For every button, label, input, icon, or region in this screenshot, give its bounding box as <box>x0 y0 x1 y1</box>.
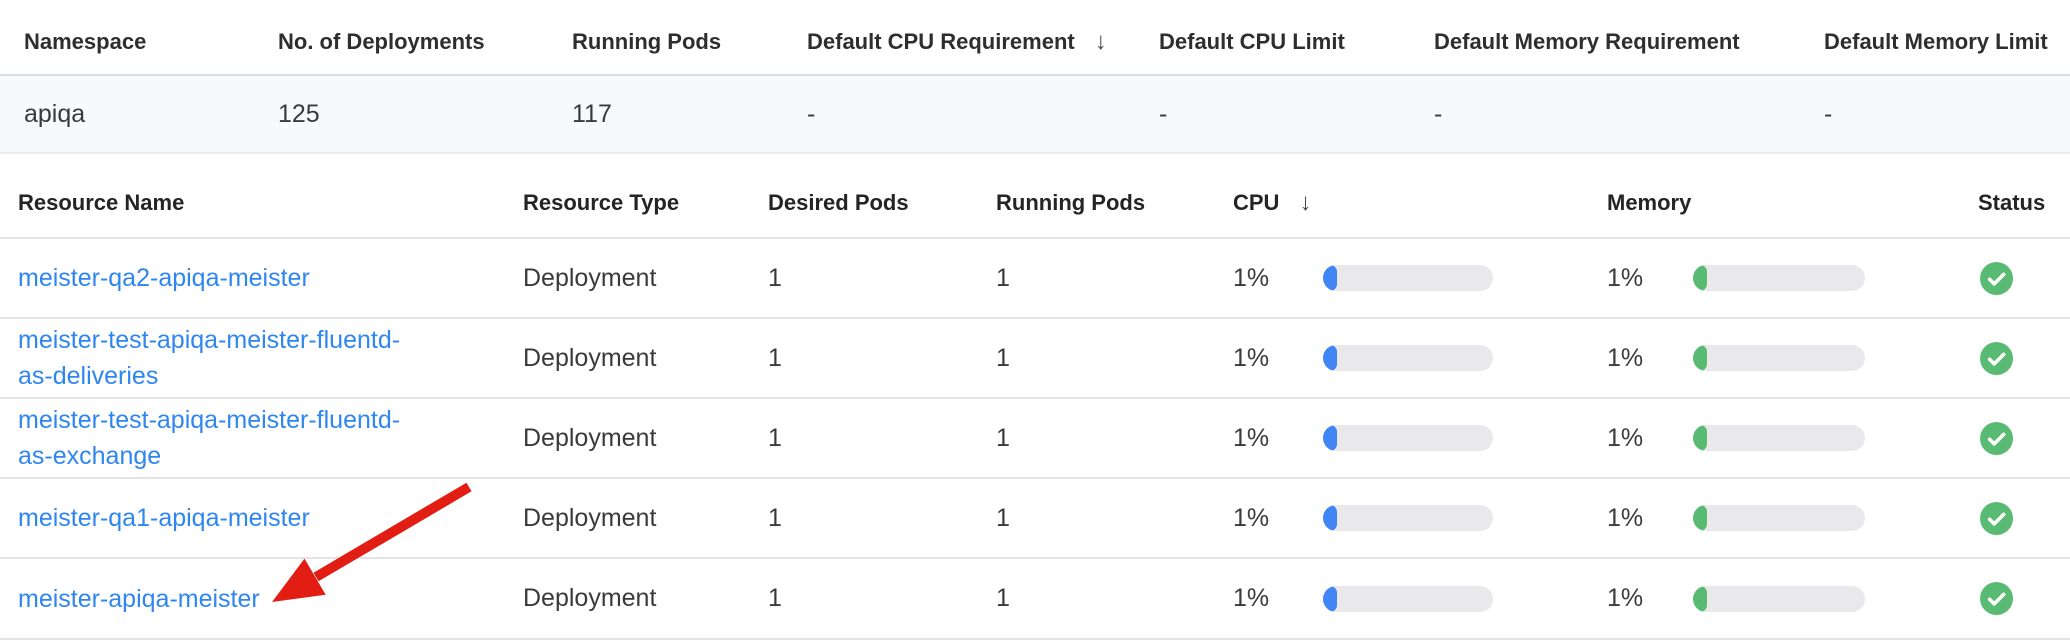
namespace-table: Namespace No. of Deployments Running Pod… <box>0 0 2070 154</box>
memory-usage-bar <box>1693 425 1865 451</box>
deployments-count: 125 <box>278 100 572 129</box>
resource-type: Deployment <box>523 424 768 453</box>
namespace-row: apiqa 125 117 - - - - <box>0 76 2070 154</box>
running-pods-value: 1 <box>996 424 1233 453</box>
cpu-usage-bar <box>1323 425 1493 451</box>
col-header-memory[interactable]: Memory <box>1607 176 1978 216</box>
namespace-table-header: Namespace No. of Deployments Running Pod… <box>0 0 2070 76</box>
col-header-desired-pods[interactable]: Desired Pods <box>768 176 996 216</box>
memory-usage: 1% <box>1607 344 1978 373</box>
cpu-usage-bar <box>1323 505 1493 531</box>
namespace-name: apiqa <box>24 100 278 129</box>
resource-type: Deployment <box>523 344 768 373</box>
cpu-usage-bar <box>1323 586 1493 612</box>
memory-usage-bar <box>1693 345 1865 371</box>
resource-type: Deployment <box>523 264 768 293</box>
desired-pods-value: 1 <box>768 424 996 453</box>
sort-descending-icon: ↓ <box>1299 191 1311 215</box>
resource-name-link[interactable]: meister-test-apiqa-meister-fluentd- as-d… <box>18 326 400 390</box>
resource-name-link[interactable]: meister-qa2-apiqa-meister <box>18 264 340 292</box>
resource-name-link[interactable]: meister-apiqa-meister <box>18 585 290 613</box>
desired-pods-value: 1 <box>768 504 996 533</box>
cpu-usage: 1% <box>1233 504 1607 533</box>
sort-descending-icon: ↓ <box>1095 30 1107 54</box>
cpu-usage: 1% <box>1233 424 1607 453</box>
cpu-percent: 1% <box>1233 264 1323 293</box>
running-pods-count: 117 <box>572 100 807 129</box>
col-header-cpu[interactable]: CPU ↓ <box>1233 176 1607 216</box>
table-row: meister-qa2-apiqa-meister Deployment 1 1… <box>0 237 2070 317</box>
running-pods-value: 1 <box>996 504 1233 533</box>
status-healthy-icon <box>1980 422 2013 455</box>
running-pods-value: 1 <box>996 264 1233 293</box>
memory-usage-bar <box>1693 505 1865 531</box>
memory-usage: 1% <box>1607 584 1978 613</box>
resources-table-header: Resource Name Resource Type Desired Pods… <box>0 154 2070 237</box>
col-header-namespace[interactable]: Namespace <box>24 19 278 55</box>
default-cpu-limit-value: - <box>1159 100 1434 129</box>
cpu-usage: 1% <box>1233 264 1607 293</box>
cpu-percent: 1% <box>1233 344 1323 373</box>
col-header-default-memory-limit[interactable]: Default Memory Limit <box>1824 19 2070 55</box>
desired-pods-value: 1 <box>768 584 996 613</box>
table-row: meister-test-apiqa-meister-fluentd- as-d… <box>0 317 2070 397</box>
col-header-running-pods[interactable]: Running Pods <box>572 19 807 55</box>
namespace-resources-view: Namespace No. of Deployments Running Pod… <box>0 0 2070 642</box>
status-cell <box>1978 262 2070 295</box>
col-header-default-cpu-requirement[interactable]: Default CPU Requirement ↓ <box>807 19 1159 55</box>
memory-percent: 1% <box>1607 424 1693 453</box>
running-pods-value: 1 <box>996 344 1233 373</box>
memory-usage-bar <box>1693 586 1865 612</box>
status-cell <box>1978 502 2070 535</box>
default-cpu-requirement-value: - <box>807 100 1159 129</box>
memory-usage: 1% <box>1607 264 1978 293</box>
resources-table: Resource Name Resource Type Desired Pods… <box>0 154 2070 640</box>
status-healthy-icon <box>1980 582 2013 615</box>
resource-type: Deployment <box>523 504 768 533</box>
default-memory-requirement-value: - <box>1434 100 1824 129</box>
table-row: meister-apiqa-meister Deployment 1 1 1% … <box>0 557 2070 640</box>
cpu-percent: 1% <box>1233 424 1323 453</box>
memory-percent: 1% <box>1607 504 1693 533</box>
table-row: meister-test-apiqa-meister-fluentd- as-e… <box>0 397 2070 477</box>
memory-percent: 1% <box>1607 344 1693 373</box>
status-healthy-icon <box>1980 342 2013 375</box>
desired-pods-value: 1 <box>768 344 996 373</box>
memory-percent: 1% <box>1607 264 1693 293</box>
col-header-resource-type[interactable]: Resource Type <box>523 176 768 216</box>
table-row: meister-qa1-apiqa-meister Deployment 1 1… <box>0 477 2070 557</box>
cpu-percent: 1% <box>1233 504 1323 533</box>
memory-usage: 1% <box>1607 504 1978 533</box>
memory-percent: 1% <box>1607 584 1693 613</box>
resource-type: Deployment <box>523 584 768 613</box>
col-header-resource-name[interactable]: Resource Name <box>18 176 523 216</box>
desired-pods-value: 1 <box>768 264 996 293</box>
col-header-running-pods[interactable]: Running Pods <box>996 176 1233 216</box>
cpu-usage-bar <box>1323 345 1493 371</box>
resource-name-link[interactable]: meister-qa1-apiqa-meister <box>18 504 340 532</box>
status-cell <box>1978 342 2070 375</box>
status-healthy-icon <box>1980 502 2013 535</box>
cpu-usage-bar <box>1323 265 1493 291</box>
cpu-usage: 1% <box>1233 584 1607 613</box>
memory-usage-bar <box>1693 265 1865 291</box>
status-healthy-icon <box>1980 262 2013 295</box>
status-cell <box>1978 422 2070 455</box>
col-header-default-cpu-limit[interactable]: Default CPU Limit <box>1159 19 1434 55</box>
default-memory-limit-value: - <box>1824 100 2070 129</box>
col-header-status[interactable]: Status <box>1978 176 2070 216</box>
memory-usage: 1% <box>1607 424 1978 453</box>
cpu-usage: 1% <box>1233 344 1607 373</box>
running-pods-value: 1 <box>996 584 1233 613</box>
col-header-default-memory-requirement[interactable]: Default Memory Requirement <box>1434 19 1824 55</box>
col-header-deployments[interactable]: No. of Deployments <box>278 19 572 55</box>
cpu-percent: 1% <box>1233 584 1323 613</box>
status-cell <box>1978 582 2070 615</box>
resource-name-link[interactable]: meister-test-apiqa-meister-fluentd- as-e… <box>18 406 400 470</box>
